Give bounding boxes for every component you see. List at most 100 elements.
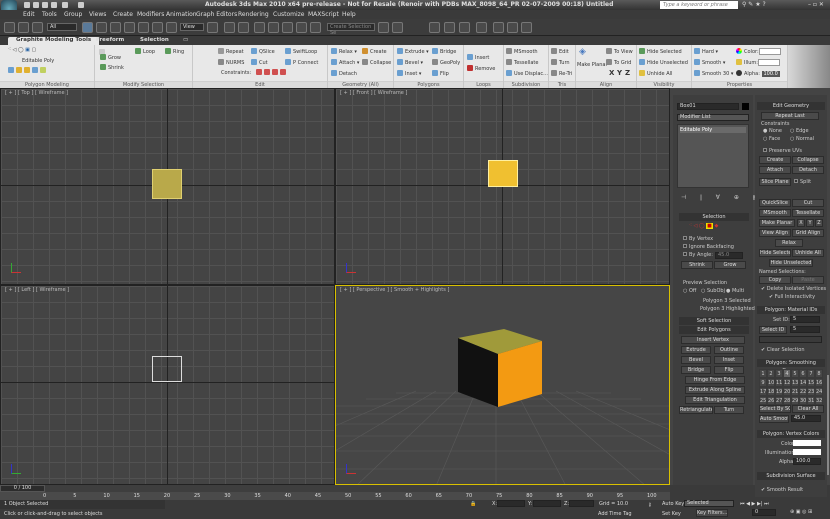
smoothing-group-17[interactable]: 17 bbox=[759, 387, 767, 396]
panel-title[interactable]: Align bbox=[576, 81, 636, 88]
auto-smooth-input[interactable]: 45.0 bbox=[791, 415, 821, 422]
tessellate-button[interactable]: Tessellate bbox=[792, 209, 824, 217]
redo-icon[interactable] bbox=[62, 2, 68, 8]
smoothing-group-1[interactable]: 1 bbox=[759, 369, 767, 378]
viewport-label[interactable]: [ + ] [ Top ] [ Wireframe ] bbox=[5, 90, 68, 96]
smoothing-group-14[interactable]: 14 bbox=[799, 378, 807, 387]
rollout-selection[interactable]: Selection bbox=[679, 213, 749, 221]
ref-coord-dropdown[interactable]: View bbox=[180, 23, 204, 31]
menu-animation[interactable]: Animation bbox=[166, 11, 197, 18]
help-tools-icons[interactable]: ⚲ ✎ ★ ? bbox=[742, 1, 766, 8]
rollout-material-ids[interactable]: Polygon: Material IDs bbox=[757, 306, 825, 314]
align-y-button[interactable]: Y bbox=[617, 69, 622, 77]
smoothing-group-23[interactable]: 23 bbox=[807, 387, 815, 396]
box-object[interactable] bbox=[152, 356, 182, 382]
menu-edit[interactable]: Edit bbox=[23, 11, 35, 18]
time-slider[interactable]: 0 / 100 bbox=[0, 485, 45, 492]
viewport-top[interactable]: [ + ] [ Top ] [ Wireframe ] bbox=[0, 88, 335, 285]
remove-loop-button[interactable]: Remove bbox=[467, 65, 495, 72]
extrude-along-spline-button[interactable]: Extrude Along Spline bbox=[685, 386, 745, 394]
panel-title[interactable]: Modify Selection bbox=[95, 81, 192, 88]
quickslice-button[interactable]: QuickSlice bbox=[759, 199, 791, 207]
full-interactivity-checkbox[interactable]: ✔ Full Interactivity bbox=[769, 294, 815, 300]
constraint-face-radio[interactable]: ○ Face bbox=[763, 136, 780, 142]
unlink-icon[interactable] bbox=[18, 22, 29, 33]
illumination-swatch[interactable] bbox=[793, 449, 821, 455]
search-input[interactable]: Type a keyword or phrase bbox=[660, 1, 738, 9]
percent-snap-icon[interactable] bbox=[282, 22, 293, 33]
curve-editor-icon[interactable] bbox=[444, 22, 455, 33]
by-vertex-checkbox[interactable]: By Vertex bbox=[683, 236, 713, 242]
menu-customize[interactable]: Customize bbox=[273, 11, 305, 18]
alpha-field[interactable]: Alpha: 100.0 bbox=[736, 70, 780, 77]
slice-plane-button[interactable]: Slice Plane bbox=[759, 178, 791, 186]
menu-group[interactable]: Group bbox=[64, 11, 82, 18]
hide-selected-button[interactable]: Hide Selected bbox=[639, 48, 682, 55]
select-by-name-icon[interactable] bbox=[96, 22, 107, 33]
ignore-backfacing-checkbox[interactable]: Ignore Backfacing bbox=[683, 244, 734, 250]
bind-spacewarp-icon[interactable] bbox=[32, 22, 43, 33]
turn-button[interactable]: Turn bbox=[714, 406, 744, 414]
smoothing-group-28[interactable]: 28 bbox=[783, 396, 791, 405]
cut-button[interactable]: Cut bbox=[792, 199, 824, 207]
snaps-icon[interactable] bbox=[254, 22, 265, 33]
unhide-all-button[interactable]: Unhide All bbox=[639, 70, 672, 77]
stack-tool-icons[interactable]: ⊣ ǀ ∀ ⊕ ▤ bbox=[681, 194, 764, 201]
hide-selected-button[interactable]: Hide Selected bbox=[759, 249, 791, 257]
panel-title[interactable]: Polygons bbox=[394, 81, 463, 88]
link-icon[interactable] bbox=[4, 22, 15, 33]
smooth-button[interactable]: Smooth ▾ bbox=[694, 59, 725, 66]
object-color-swatch[interactable] bbox=[742, 103, 749, 110]
save-icon[interactable] bbox=[42, 2, 48, 8]
rollout-smoothing-groups[interactable]: Polygon: Smoothing Groups bbox=[757, 359, 825, 374]
grow-button[interactable]: Grow bbox=[714, 261, 746, 269]
schematic-view-icon[interactable] bbox=[459, 22, 470, 33]
smoothing-group-22[interactable]: 22 bbox=[799, 387, 807, 396]
box-object-perspective[interactable] bbox=[336, 286, 670, 485]
constraint-edge-radio[interactable]: ○ Edge bbox=[790, 128, 809, 134]
smoothing-group-11[interactable]: 11 bbox=[775, 378, 783, 387]
msmooth-button[interactable]: MSmooth bbox=[506, 48, 538, 55]
smoothing-group-9[interactable]: 9 bbox=[759, 378, 767, 387]
rollout-edit-polygons[interactable]: Edit Polygons bbox=[679, 326, 749, 334]
panel-title[interactable]: Edit bbox=[193, 81, 327, 88]
make-planar-icon[interactable]: ◈ bbox=[579, 47, 586, 57]
smoothing-group-18[interactable]: 18 bbox=[767, 387, 775, 396]
panel-title[interactable]: Loops bbox=[464, 81, 503, 88]
menu-rendering[interactable]: Rendering bbox=[238, 11, 269, 18]
menu-create[interactable]: Create bbox=[113, 11, 133, 18]
copy-button[interactable]: Copy bbox=[759, 276, 791, 284]
smoothing-group-12[interactable]: 12 bbox=[783, 378, 791, 387]
color-field[interactable]: Color: bbox=[736, 48, 781, 55]
select-id-input[interactable]: 5 bbox=[790, 326, 820, 333]
ribbon-minimize-icon[interactable]: ▭ bbox=[183, 37, 188, 43]
window-crossing-icon[interactable] bbox=[124, 22, 135, 33]
time-slider-track[interactable] bbox=[45, 485, 670, 492]
new-icon[interactable] bbox=[24, 2, 30, 8]
bridge-button[interactable]: Bridge bbox=[681, 366, 711, 374]
smoothing-group-4[interactable]: 4 bbox=[783, 369, 791, 378]
smoothing-group-27[interactable]: 27 bbox=[775, 396, 783, 405]
project-icon[interactable] bbox=[78, 2, 84, 8]
select-id-button[interactable]: Select ID bbox=[759, 326, 787, 334]
keyboard-shortcut-icon[interactable] bbox=[238, 22, 249, 33]
attach-button[interactable]: Attach ▾ bbox=[331, 59, 359, 66]
selection-filter-dropdown[interactable]: All bbox=[47, 23, 77, 31]
make-planar-button[interactable]: Make Planar bbox=[577, 62, 608, 68]
command-panel-scrollbar[interactable] bbox=[827, 375, 829, 475]
box-object[interactable] bbox=[152, 169, 182, 199]
smooth-30-button[interactable]: Smooth 30 ▾ bbox=[694, 70, 733, 77]
rendered-frame-icon[interactable] bbox=[507, 22, 518, 33]
layer-manager-icon[interactable] bbox=[429, 22, 440, 33]
nurms-button[interactable]: NURMS bbox=[218, 59, 244, 66]
smoothing-group-16[interactable]: 16 bbox=[815, 378, 823, 387]
pivot-icon[interactable] bbox=[207, 22, 218, 33]
z-coord-input[interactable] bbox=[569, 500, 594, 507]
viewport-left[interactable]: [ + ] [ Left ] [ Wireframe ] bbox=[0, 285, 335, 485]
planar-z-button[interactable]: Z bbox=[815, 219, 823, 227]
set-key-button[interactable]: Set Key bbox=[662, 511, 681, 517]
smoothing-group-31[interactable]: 31 bbox=[807, 396, 815, 405]
material-name-dropdown[interactable] bbox=[759, 336, 822, 343]
angle-input[interactable]: 45.0 bbox=[715, 252, 743, 259]
panel-title[interactable]: Geometry (All) bbox=[328, 81, 393, 88]
